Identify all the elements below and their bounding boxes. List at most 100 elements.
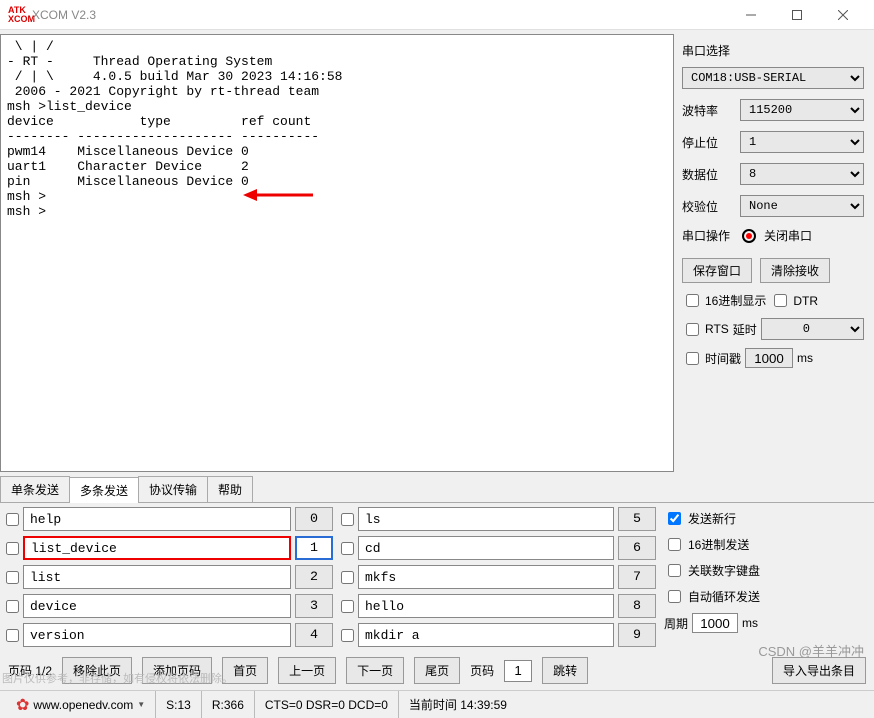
- send-tabs: 单条发送 多条发送 协议传输 帮助: [0, 476, 874, 503]
- gear-icon: ✿: [16, 695, 29, 715]
- cmd-send-button[interactable]: 9: [618, 623, 656, 647]
- hex-display-checkbox[interactable]: 16进制显示: [682, 291, 766, 310]
- jump-button[interactable]: 跳转: [542, 657, 588, 684]
- cmd-row: 6: [341, 536, 656, 560]
- save-window-button[interactable]: 保存窗口: [682, 258, 752, 283]
- cmd-checkbox[interactable]: [341, 571, 354, 584]
- period-input[interactable]: [692, 613, 738, 633]
- page-num-label: 页码: [470, 662, 494, 679]
- operation-label: 串口操作: [682, 227, 734, 244]
- settings-link[interactable]: ✿ www.openedv.com▼: [6, 691, 155, 718]
- window-title: XCOM V2.3: [32, 8, 728, 22]
- cmd-input[interactable]: [23, 565, 291, 589]
- serial-title: 串口选择: [682, 42, 864, 59]
- timestamp-checkbox[interactable]: 时间戳: [682, 349, 741, 368]
- cmd-send-button[interactable]: 1: [295, 536, 333, 560]
- cmd-input[interactable]: [23, 623, 291, 647]
- cmd-checkbox[interactable]: [6, 571, 19, 584]
- clear-receive-button[interactable]: 清除接收: [760, 258, 830, 283]
- numpad-checkbox[interactable]: 关联数字键盘: [664, 561, 760, 580]
- cmd-input[interactable]: [23, 507, 291, 531]
- next-page-button[interactable]: 下一页: [346, 657, 404, 684]
- cmd-row: 7: [341, 565, 656, 589]
- auto-loop-checkbox[interactable]: 自动循环发送: [664, 587, 760, 606]
- send-newline-checkbox[interactable]: 发送新行: [664, 509, 760, 528]
- last-page-button[interactable]: 尾页: [414, 657, 460, 684]
- cmd-send-button[interactable]: 2: [295, 565, 333, 589]
- page-num-input[interactable]: [504, 660, 532, 682]
- tab-help[interactable]: 帮助: [207, 476, 253, 502]
- cmd-input[interactable]: [358, 507, 614, 531]
- cmd-row: 9: [341, 623, 656, 647]
- close-button[interactable]: [820, 0, 866, 30]
- serial-panel: 串口选择 COM18:USB-SERIAL 波特率 115200 停止位 1 数…: [674, 30, 874, 476]
- cmd-input[interactable]: [358, 594, 614, 618]
- cmd-row: 3: [6, 594, 333, 618]
- maximize-button[interactable]: [774, 0, 820, 30]
- cmd-send-button[interactable]: 4: [295, 623, 333, 647]
- cmd-send-button[interactable]: 8: [618, 594, 656, 618]
- cmd-send-button[interactable]: 6: [618, 536, 656, 560]
- sent-count: S:13: [155, 691, 201, 718]
- cmd-send-button[interactable]: 5: [618, 507, 656, 531]
- parity-select[interactable]: None: [740, 195, 864, 217]
- prev-page-button[interactable]: 上一页: [278, 657, 336, 684]
- timestamp-interval[interactable]: [745, 348, 793, 368]
- period-label: 周期: [664, 615, 688, 632]
- cmd-row: 8: [341, 594, 656, 618]
- cmd-checkbox[interactable]: [6, 513, 19, 526]
- delay-select[interactable]: 0: [761, 318, 864, 340]
- signal-status: CTS=0 DSR=0 DCD=0: [254, 691, 398, 718]
- cmd-input[interactable]: [23, 594, 291, 618]
- baud-label: 波特率: [682, 102, 734, 119]
- cmd-row: 1: [6, 536, 333, 560]
- app-icon: ATKXCOM: [8, 6, 26, 24]
- cmd-checkbox[interactable]: [341, 629, 354, 642]
- multi-send-panel: 0 1 2 3 4 5 6 7 8 9 发送新行 16进制发送 关联数字键盘 自动循环发送 周期…: [0, 503, 874, 651]
- cmd-checkbox[interactable]: [6, 629, 19, 642]
- import-export-button[interactable]: 导入导出条目: [772, 657, 866, 684]
- cmd-checkbox[interactable]: [6, 600, 19, 613]
- baud-select[interactable]: 115200: [740, 99, 864, 121]
- dtr-checkbox[interactable]: DTR: [770, 291, 818, 310]
- cmd-checkbox[interactable]: [341, 542, 354, 555]
- data-bits-label: 数据位: [682, 166, 734, 183]
- stop-label: 停止位: [682, 134, 734, 151]
- recv-count: R:366: [201, 691, 254, 718]
- cmd-checkbox[interactable]: [341, 600, 354, 613]
- minimize-button[interactable]: [728, 0, 774, 30]
- cmd-send-button[interactable]: 0: [295, 507, 333, 531]
- period-ms: ms: [742, 616, 758, 630]
- cmd-send-button[interactable]: 7: [618, 565, 656, 589]
- chevron-down-icon: ▼: [137, 700, 145, 709]
- cmd-input[interactable]: [358, 565, 614, 589]
- titlebar: ATKXCOM XCOM V2.3: [0, 0, 874, 30]
- data-bits-select[interactable]: 8: [740, 163, 864, 185]
- close-port-button[interactable]: 关闭串口: [764, 227, 812, 244]
- tab-single-send[interactable]: 单条发送: [0, 476, 70, 502]
- cmd-send-button[interactable]: 3: [295, 594, 333, 618]
- terminal-wrap: \ | / - RT - Thread Operating System / |…: [0, 30, 674, 476]
- rts-checkbox[interactable]: RTS: [682, 320, 729, 339]
- tab-multi-send[interactable]: 多条发送: [69, 477, 139, 503]
- cmd-checkbox[interactable]: [6, 542, 19, 555]
- cmd-column-left: 0 1 2 3 4: [6, 507, 333, 647]
- cmd-row: 4: [6, 623, 333, 647]
- hex-send-checkbox[interactable]: 16进制发送: [664, 535, 760, 554]
- cmd-input[interactable]: [358, 623, 614, 647]
- status-bar: ✿ www.openedv.com▼ S:13 R:366 CTS=0 DSR=…: [0, 690, 874, 718]
- cmd-row: 0: [6, 507, 333, 531]
- cmd-checkbox[interactable]: [341, 513, 354, 526]
- send-options: 发送新行 16进制发送 关联数字键盘 自动循环发送 周期 ms: [664, 507, 760, 647]
- ms-label: ms: [797, 351, 813, 365]
- cmd-input[interactable]: [23, 536, 291, 560]
- cmd-row: 2: [6, 565, 333, 589]
- port-select[interactable]: COM18:USB-SERIAL: [682, 67, 864, 89]
- parity-label: 校验位: [682, 198, 734, 215]
- cmd-input[interactable]: [358, 536, 614, 560]
- tab-protocol[interactable]: 协议传输: [138, 476, 208, 502]
- terminal-output[interactable]: \ | / - RT - Thread Operating System / |…: [0, 34, 674, 472]
- stop-select[interactable]: 1: [740, 131, 864, 153]
- record-icon: [742, 229, 756, 243]
- current-time: 当前时间 14:39:59: [398, 691, 517, 718]
